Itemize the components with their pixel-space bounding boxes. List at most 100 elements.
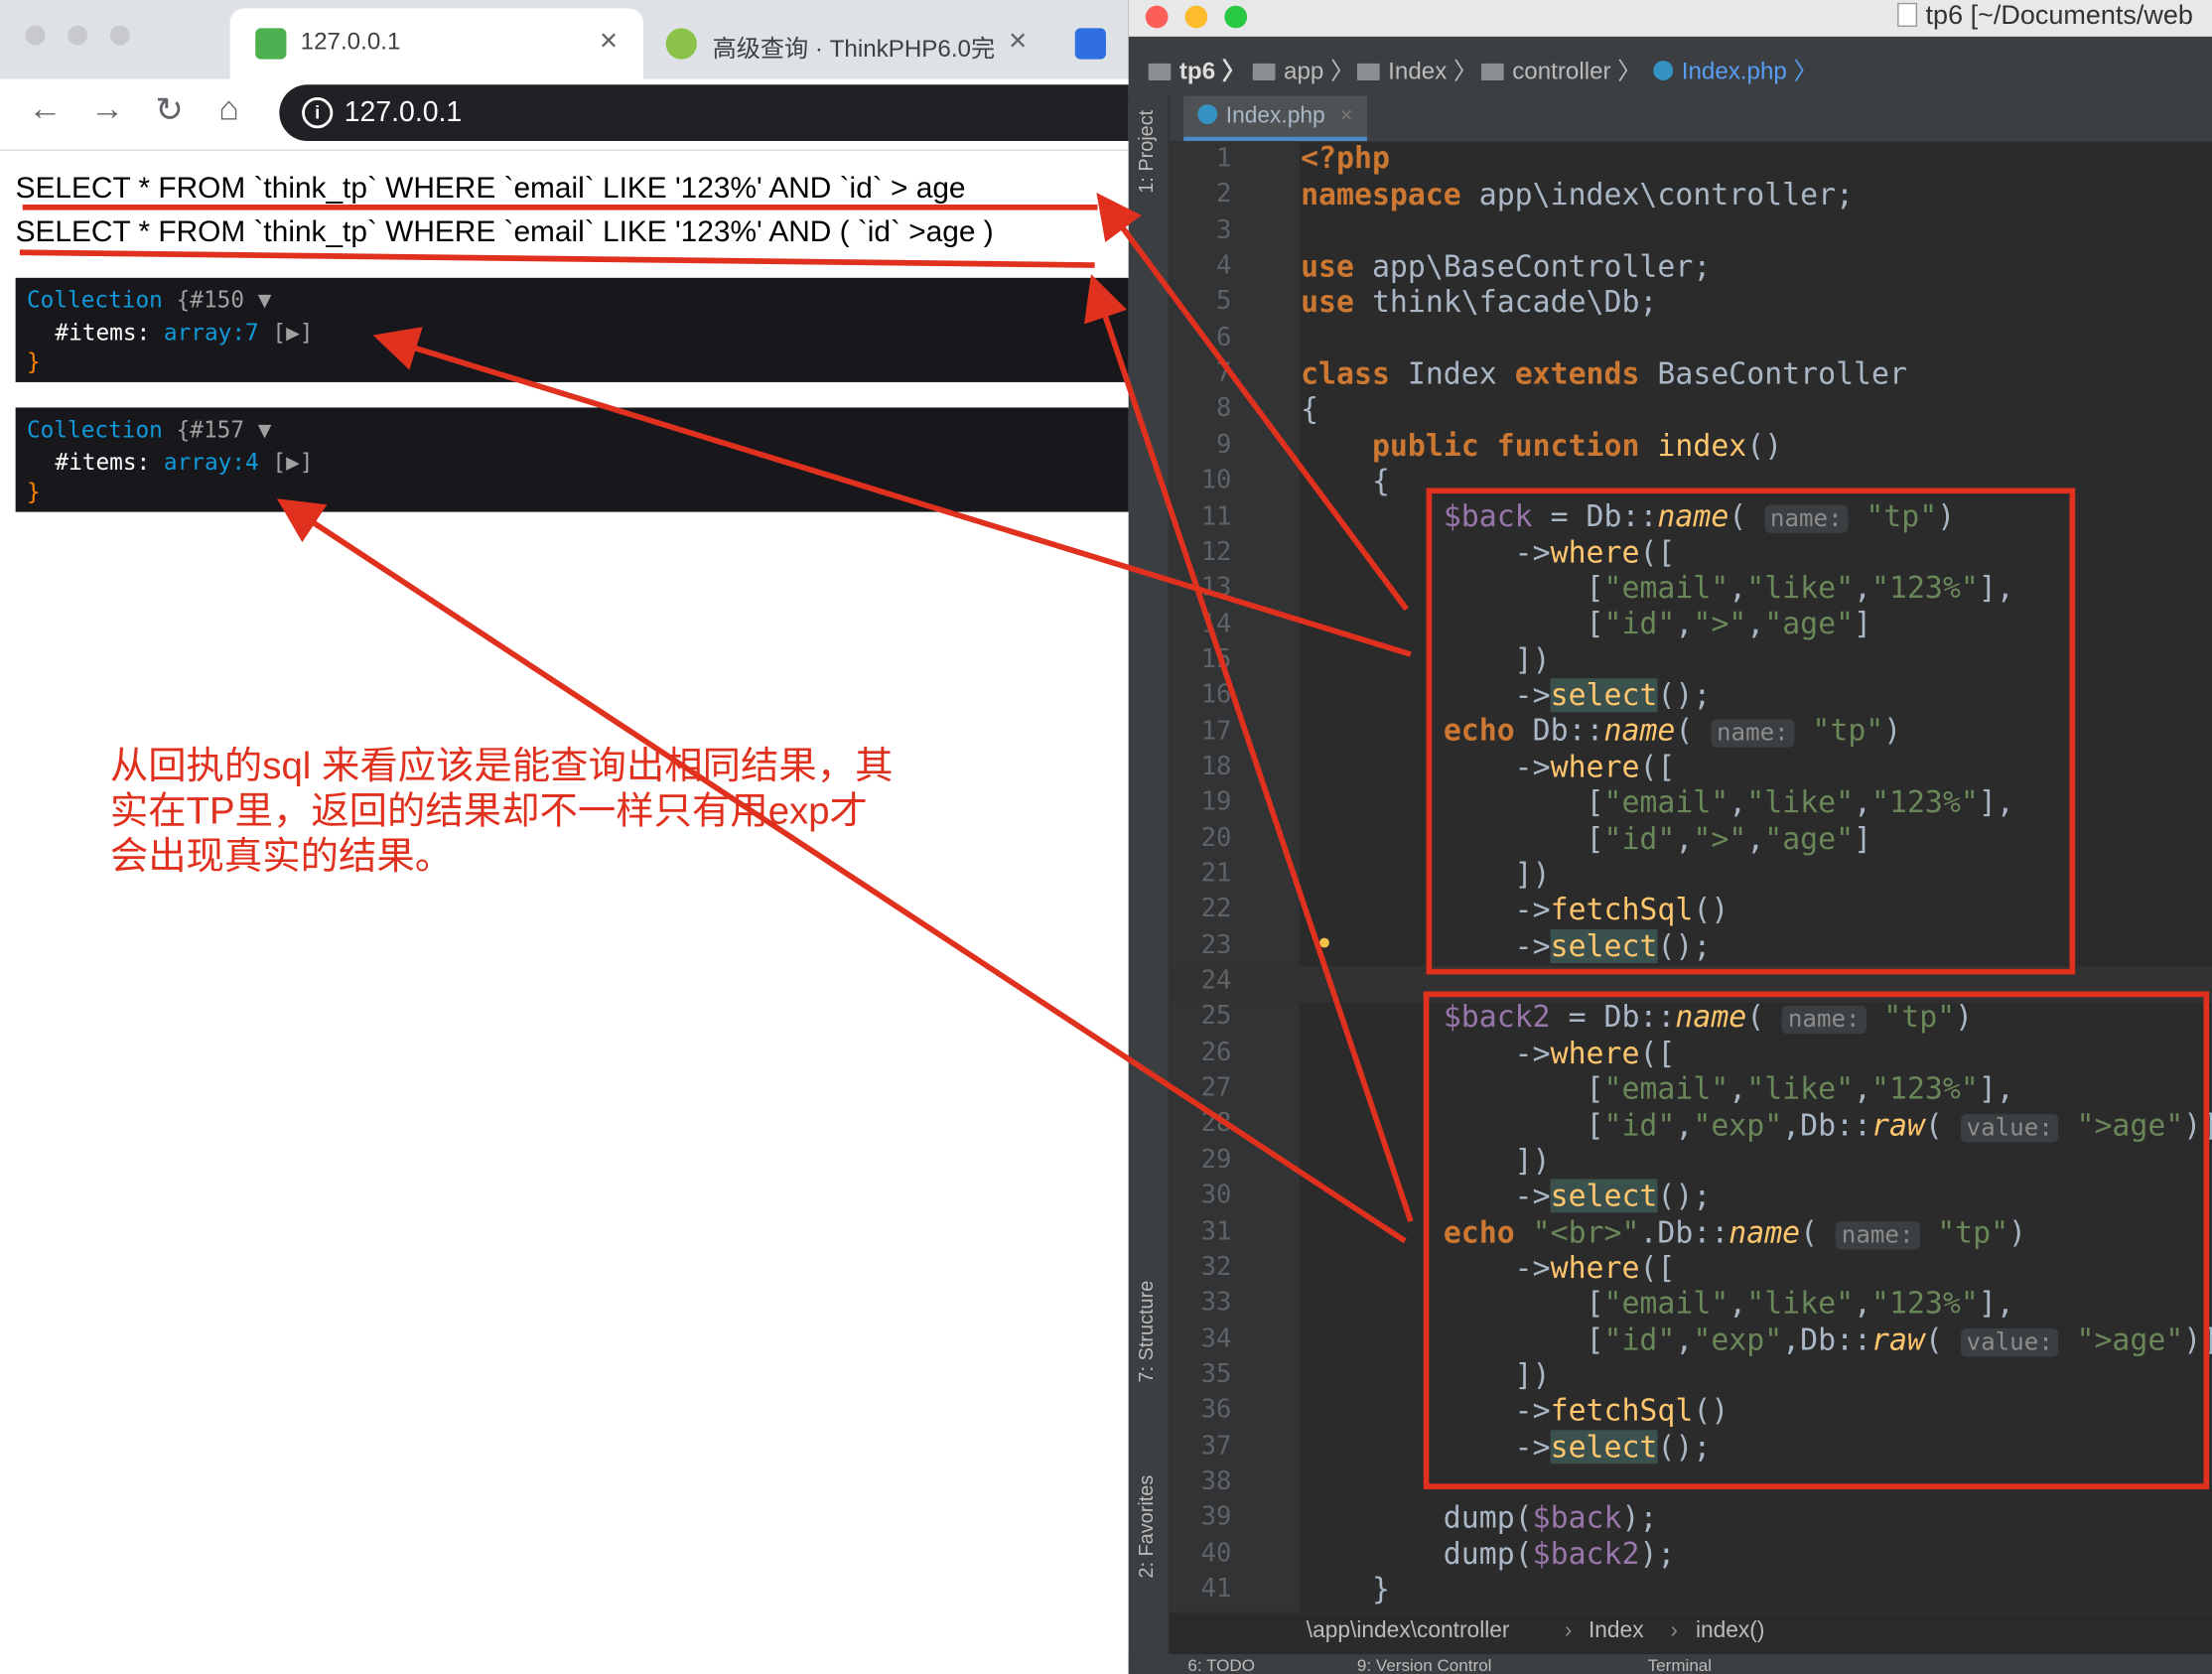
line-number: 15 bbox=[1200, 643, 1232, 674]
ide-bottom-toolbar: 6: TODO 9: Version Control Terminal bbox=[1128, 1654, 2212, 1674]
site-info-icon[interactable]: i bbox=[302, 97, 334, 129]
line-number: 32 bbox=[1200, 1252, 1232, 1282]
line-number: 36 bbox=[1200, 1395, 1232, 1425]
folder-icon bbox=[1480, 63, 1504, 80]
favorites-tool-button[interactable]: 2: Favorites bbox=[1134, 1475, 1157, 1579]
line-number: 22 bbox=[1200, 895, 1232, 924]
line-number: 38 bbox=[1200, 1466, 1232, 1496]
reload-icon[interactable]: ↻ bbox=[155, 90, 184, 131]
back-arrow-icon[interactable]: ← bbox=[28, 90, 62, 130]
status-class[interactable]: Index bbox=[1589, 1619, 1644, 1645]
editor-breadcrumb-bar: \app\index\controller › Index › index() bbox=[1169, 1611, 2212, 1656]
line-number: 26 bbox=[1200, 1038, 1232, 1067]
line-number: 39 bbox=[1200, 1502, 1232, 1532]
line-number: 23 bbox=[1200, 930, 1232, 960]
line-number: 2 bbox=[1216, 179, 1232, 209]
line-number: 20 bbox=[1200, 822, 1232, 853]
line-number: 10 bbox=[1200, 465, 1232, 495]
code-line: dump($back2); bbox=[1301, 1537, 1676, 1572]
baidu-favicon-icon bbox=[1074, 28, 1107, 60]
var-dump-block-1: Collection {#150 ▼ #items: array:7 [▶] } bbox=[15, 277, 1129, 382]
code-line: <?php bbox=[1301, 141, 1390, 176]
folder-icon bbox=[1356, 63, 1380, 80]
var-dump-block-2: Collection {#157 ▼ #items: array:4 [▶] } bbox=[15, 407, 1129, 512]
line-number: 33 bbox=[1200, 1288, 1232, 1318]
intention-bulb-icon[interactable]: ● bbox=[1317, 930, 1331, 956]
tab-close-icon[interactable]: × bbox=[600, 23, 618, 60]
dump-ref: {#150 bbox=[176, 286, 245, 314]
line-number: 6 bbox=[1216, 322, 1232, 352]
terminal-tool-button[interactable]: Terminal bbox=[1648, 1657, 1712, 1674]
dump-expand-icon[interactable]: [▶] bbox=[272, 449, 313, 476]
crumb-controller[interactable]: controller 〉 bbox=[1480, 51, 1641, 86]
code-line: use app\BaseController; bbox=[1301, 249, 1712, 284]
dump-close-brace: } bbox=[26, 348, 41, 375]
editor-tab-index-php[interactable]: Index.php × bbox=[1183, 95, 1367, 142]
dump-toggle-icon[interactable]: ▼ bbox=[258, 416, 272, 443]
status-method[interactable]: index() bbox=[1696, 1619, 1764, 1645]
crumb-file[interactable]: Index.php 〉 bbox=[1653, 51, 1818, 86]
ide-tool-strip: 1: Project 7: Structure 2: Favorites bbox=[1128, 95, 1170, 1674]
ide-titlebar: tp6 [~/Documents/web bbox=[1128, 0, 2212, 37]
browser-toolbar: ← → ↻ ⌂ i 127.0.0.1 bbox=[0, 78, 1129, 151]
line-number: 4 bbox=[1216, 250, 1232, 281]
project-tool-button[interactable]: 1: Project bbox=[1134, 110, 1157, 194]
browser-tab[interactable]: 高级查询 · ThinkPHP6.0完 × bbox=[649, 9, 1051, 79]
window-zoom-dot[interactable] bbox=[109, 25, 130, 46]
line-number: 41 bbox=[1200, 1574, 1232, 1604]
folder-icon bbox=[1148, 63, 1172, 80]
status-namespace[interactable]: \app\index\controller bbox=[1307, 1619, 1510, 1645]
window-minimize-dot[interactable] bbox=[68, 25, 88, 46]
php-class-icon bbox=[1653, 61, 1674, 80]
crumb-app[interactable]: app 〉 bbox=[1252, 51, 1354, 86]
line-number: 35 bbox=[1200, 1359, 1232, 1389]
line-number: 5 bbox=[1216, 286, 1232, 317]
home-icon[interactable]: ⌂ bbox=[218, 90, 239, 130]
ide-title: tp6 [~/Documents/web bbox=[1897, 1, 2193, 32]
ide-close-dot[interactable] bbox=[1145, 5, 1169, 29]
browser-tab-baidu[interactable] bbox=[1069, 9, 1129, 79]
line-number: 11 bbox=[1200, 500, 1232, 531]
ide-breadcrumb: tp6 〉 app 〉 Index 〉 controller 〉 Index.p… bbox=[1128, 36, 2212, 98]
sql-output-line-2: SELECT * FROM `think_tp` WHERE `email` L… bbox=[15, 215, 994, 248]
line-number: 13 bbox=[1200, 572, 1232, 603]
dump-close-brace: } bbox=[26, 478, 41, 505]
page-content: SELECT * FROM `think_tp` WHERE `email` L… bbox=[0, 150, 1129, 1674]
address-bar[interactable]: i 127.0.0.1 bbox=[279, 84, 1129, 142]
dump-expand-icon[interactable]: [▶] bbox=[272, 319, 313, 346]
line-number: 40 bbox=[1200, 1538, 1232, 1568]
line-number: 8 bbox=[1216, 393, 1232, 424]
forward-arrow-icon[interactable]: → bbox=[90, 90, 124, 130]
line-number: 31 bbox=[1200, 1216, 1232, 1246]
line-number: 17 bbox=[1200, 715, 1232, 746]
highlight-box-normal-where bbox=[1426, 488, 2076, 975]
tab-close-icon[interactable]: × bbox=[1009, 23, 1027, 60]
line-number: 28 bbox=[1200, 1109, 1232, 1139]
thinkphp-favicon-icon bbox=[255, 28, 287, 60]
crumb-project[interactable]: tp6 〉 bbox=[1148, 51, 1246, 86]
code-line: } bbox=[1301, 1572, 1390, 1606]
editor-tab-close-icon[interactable]: × bbox=[1339, 104, 1352, 128]
ide-zoom-dot[interactable] bbox=[1224, 5, 1248, 29]
vcs-tool-button[interactable]: 9: Version Control bbox=[1357, 1657, 1492, 1674]
line-number: 21 bbox=[1200, 859, 1232, 889]
browser-window: 127.0.0.1 × 高级查询 · ThinkPHP6.0完 × ← → ↻ … bbox=[0, 0, 1129, 1674]
line-number: 29 bbox=[1200, 1145, 1232, 1175]
window-close-dot[interactable] bbox=[25, 25, 46, 46]
line-number: 25 bbox=[1200, 1002, 1232, 1032]
code-line: namespace app\index\controller; bbox=[1301, 177, 1855, 212]
dump-class: Collection bbox=[26, 286, 163, 314]
structure-tool-button[interactable]: 7: Structure bbox=[1134, 1281, 1157, 1383]
line-number: 7 bbox=[1216, 357, 1232, 388]
ide-minimize-dot[interactable] bbox=[1184, 5, 1208, 29]
code-line: { bbox=[1301, 391, 1319, 426]
line-number: 37 bbox=[1200, 1431, 1232, 1461]
crumb-index[interactable]: Index 〉 bbox=[1356, 51, 1477, 86]
line-number: 3 bbox=[1216, 214, 1232, 245]
highlight-box-exp-where bbox=[1423, 991, 2210, 1489]
browser-tab-active[interactable]: 127.0.0.1 × bbox=[229, 8, 643, 79]
dump-toggle-icon[interactable]: ▼ bbox=[258, 286, 272, 313]
dump-type: array:4 bbox=[163, 448, 259, 476]
todo-tool-button[interactable]: 6: TODO bbox=[1187, 1657, 1255, 1674]
dump-ref: {#157 bbox=[176, 416, 245, 443]
